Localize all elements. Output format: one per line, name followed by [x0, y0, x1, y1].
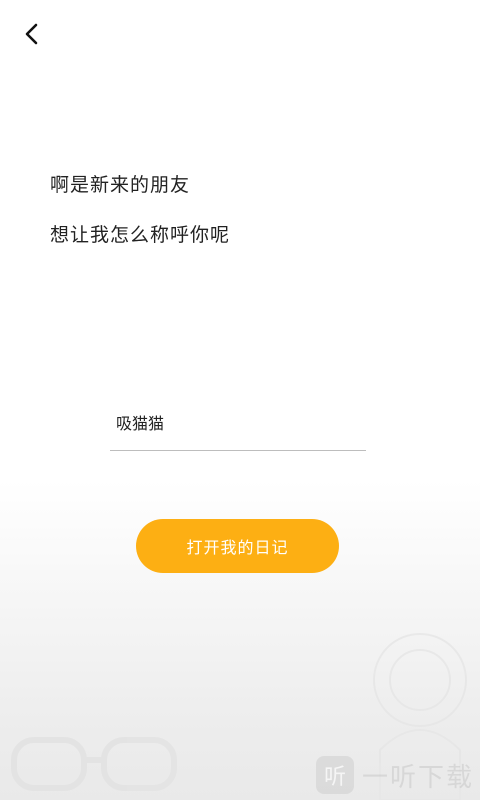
back-button[interactable] [14, 16, 50, 52]
watermark-text: 一听下载 [361, 762, 474, 793]
watermark-logo-glyph: 听 [323, 765, 346, 790]
chevron-left-icon [25, 23, 38, 45]
open-diary-button[interactable]: 打开我的日记 [136, 519, 339, 573]
nickname-input[interactable] [116, 408, 356, 436]
watermark: 听 一听下载 [315, 756, 474, 794]
nickname-field [110, 400, 366, 451]
greeting-line-2: 想让我怎么称呼你呢 [50, 224, 231, 246]
watermark-logo-icon: 听 [315, 756, 354, 794]
greeting-line-1: 啊是新来的朋友 [50, 174, 191, 196]
